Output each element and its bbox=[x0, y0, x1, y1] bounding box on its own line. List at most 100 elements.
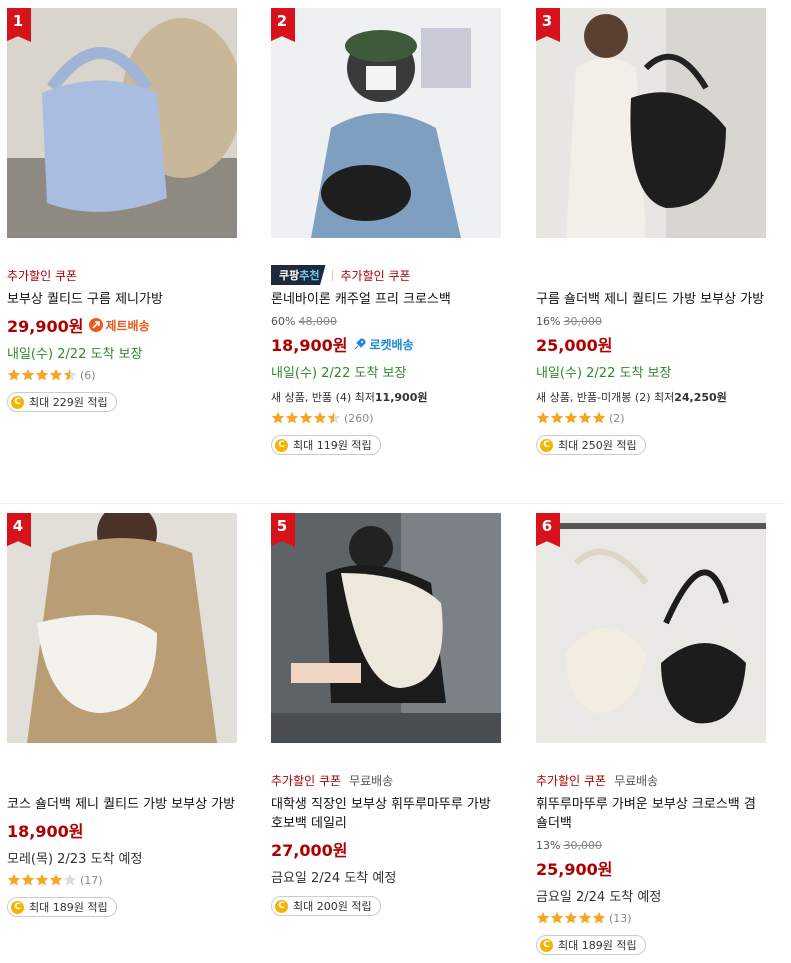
rating-row: (6) bbox=[7, 368, 257, 382]
jet-icon bbox=[89, 318, 104, 332]
product-image[interactable]: 3 bbox=[536, 8, 766, 238]
free-shipping-tag: 무료배송 bbox=[349, 773, 394, 788]
product-image[interactable]: 4 bbox=[7, 513, 237, 743]
price-row: 27,000원 bbox=[271, 837, 521, 861]
delivery-info: 내일(수) 2/22 도착 보장 bbox=[536, 366, 672, 381]
coupang-recommend-badge: 쿠팡추천 bbox=[271, 265, 326, 285]
product-name[interactable]: 구름 숄더백 제니 퀄티드 가방 보부상 가방 bbox=[536, 290, 786, 309]
star-icon bbox=[564, 911, 578, 925]
star-icon bbox=[35, 873, 49, 887]
product-info: 코스 숄더백 제니 퀄티드 가방 보부상 가방 18,900원모레(목) 2/23… bbox=[7, 771, 257, 917]
delivery-info: 내일(수) 2/22 도착 보장 bbox=[271, 366, 407, 381]
product-info: 구름 숄더백 제니 퀄티드 가방 보부상 가방 16% 30,000 25,000원내… bbox=[536, 266, 786, 455]
rocket-delivery-badge: 로켓배송 bbox=[353, 336, 414, 353]
product-name[interactable]: 대학생 직장인 보부상 휘뚜루마뚜루 가방 호보백 데일리 bbox=[271, 795, 521, 833]
rating-stars bbox=[7, 368, 77, 382]
sale-price: 29,900원 bbox=[7, 317, 84, 336]
star-icon bbox=[550, 411, 564, 425]
original-price: 48,000 bbox=[298, 315, 337, 328]
sale-price: 27,000원 bbox=[271, 841, 348, 860]
new-used-offer[interactable]: 새 상품, 반품-미개봉 (2) 최저24,250원 bbox=[536, 389, 786, 405]
product-name[interactable]: 코스 숄더백 제니 퀄티드 가방 보부상 가방 bbox=[7, 795, 257, 814]
coin-icon: C bbox=[11, 900, 24, 914]
star-icon bbox=[578, 911, 592, 925]
product-info: 추가할인 쿠폰 보부상 퀄티드 구름 제니가방 29,900원 제트배송 내일(수) 2… bbox=[7, 266, 257, 412]
product-image[interactable]: 1 bbox=[7, 8, 237, 238]
star-icon bbox=[7, 873, 21, 887]
original-price-row: 16% 30,000 bbox=[536, 315, 786, 328]
star-icon bbox=[63, 368, 77, 382]
free-shipping-tag: 무료배송 bbox=[614, 773, 659, 788]
star-icon bbox=[35, 368, 49, 382]
star-icon bbox=[313, 411, 327, 425]
row-divider bbox=[0, 503, 785, 504]
rating-stars bbox=[536, 411, 606, 425]
sale-price: 25,900원 bbox=[536, 860, 613, 879]
tag-row-empty bbox=[7, 771, 257, 789]
cashback-badge: C 최대 200원 적립 bbox=[271, 896, 381, 916]
star-icon bbox=[49, 873, 63, 887]
original-price: 30,000 bbox=[563, 315, 602, 328]
product-info: 추가할인 쿠폰 무료배송대학생 직장인 보부상 휘뚜루마뚜루 가방 호보백 데일리… bbox=[271, 771, 521, 916]
cashback-badge: C 최대 119원 적립 bbox=[271, 435, 381, 455]
star-icon bbox=[536, 911, 550, 925]
cashback-badge: C 최대 189원 적립 bbox=[7, 897, 117, 917]
star-icon bbox=[327, 411, 341, 425]
star-icon bbox=[299, 411, 313, 425]
cashback-badge: C 최대 229원 적립 bbox=[7, 392, 117, 412]
product-grid: 1 추가할인 쿠폰 보부상 퀄티드 구름 제니가방 29,900원 제트배송 내일(수) … bbox=[0, 0, 791, 963]
review-count: (17) bbox=[80, 873, 103, 887]
original-price-row: 60% 48,000 bbox=[271, 315, 521, 328]
star-icon bbox=[285, 411, 299, 425]
review-count: (260) bbox=[344, 411, 374, 425]
product-image[interactable]: 5 bbox=[271, 513, 501, 743]
new-used-offer[interactable]: 새 상품, 반품 (4) 최저11,900원 bbox=[271, 389, 521, 405]
coupon-tag: 추가할인 쿠폰 bbox=[271, 773, 342, 788]
tag-row-empty bbox=[536, 266, 786, 284]
star-icon bbox=[21, 368, 35, 382]
original-price-row: 13% 30,000 bbox=[536, 839, 786, 852]
coupon-tag: 추가할인 쿠폰 bbox=[340, 268, 411, 283]
rating-row: (2) bbox=[536, 411, 786, 425]
delivery-info: 금요일 2/24 도착 예정 bbox=[536, 890, 662, 905]
rocket-icon bbox=[355, 338, 366, 350]
rating-stars bbox=[271, 411, 341, 425]
coin-icon: C bbox=[11, 395, 24, 409]
price-row: 25,900원 bbox=[536, 856, 786, 880]
tag-row: 추가할인 쿠폰 bbox=[7, 266, 257, 284]
coin-icon: C bbox=[275, 899, 288, 913]
coupon-tag: 추가할인 쿠폰 bbox=[7, 268, 78, 283]
product-name[interactable]: 론네바이론 캐주얼 프리 크로스백 bbox=[271, 290, 521, 309]
product-name[interactable]: 휘뚜루마뚜루 가벼운 보부상 크로스백 겸 숄더백 bbox=[536, 795, 786, 833]
cashback-badge: C 최대 189원 적립 bbox=[536, 935, 646, 955]
price-row: 18,900원 bbox=[7, 818, 257, 842]
tag-separator bbox=[331, 269, 333, 281]
product-image[interactable]: 6 bbox=[536, 513, 766, 743]
product-info: 쿠팡추천 추가할인 쿠폰론네바이론 캐주얼 프리 크로스백 60% 48,000 18,… bbox=[271, 265, 521, 455]
sale-price: 25,000원 bbox=[536, 336, 613, 355]
rating-row: (13) bbox=[536, 911, 786, 925]
rating-stars bbox=[536, 911, 606, 925]
original-price: 30,000 bbox=[563, 839, 602, 852]
product-name[interactable]: 보부상 퀄티드 구름 제니가방 bbox=[7, 290, 257, 309]
star-icon bbox=[536, 411, 550, 425]
tag-row: 쿠팡추천 추가할인 쿠폰 bbox=[271, 265, 521, 285]
price-row: 25,000원 bbox=[536, 332, 786, 356]
delivery-info: 모레(목) 2/23 도착 예정 bbox=[7, 852, 143, 867]
star-icon bbox=[592, 411, 606, 425]
delivery-info: 금요일 2/24 도착 예정 bbox=[271, 871, 397, 886]
star-icon bbox=[63, 873, 77, 887]
star-icon bbox=[271, 411, 285, 425]
discount-rate: 16% bbox=[536, 315, 561, 328]
coin-icon: C bbox=[540, 938, 553, 952]
star-icon bbox=[49, 368, 63, 382]
star-icon bbox=[578, 411, 592, 425]
star-icon bbox=[592, 911, 606, 925]
rating-row: (17) bbox=[7, 873, 257, 887]
tag-row: 추가할인 쿠폰 무료배송 bbox=[536, 771, 786, 789]
star-icon bbox=[550, 911, 564, 925]
product-image[interactable]: 2 bbox=[271, 8, 501, 238]
star-icon bbox=[564, 411, 578, 425]
price-row: 18,900원 로켓배송 bbox=[271, 332, 521, 356]
review-count: (2) bbox=[609, 411, 625, 425]
